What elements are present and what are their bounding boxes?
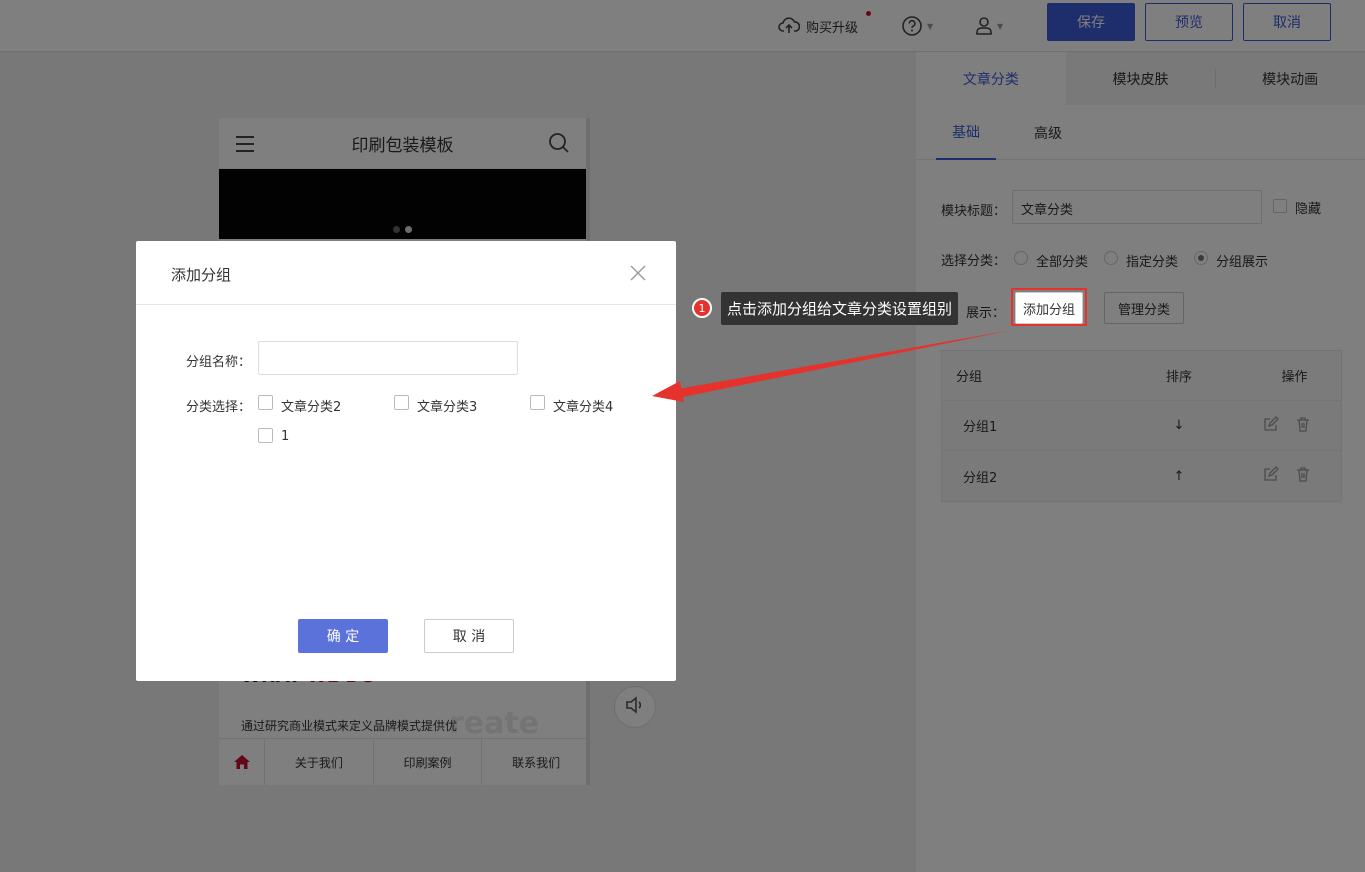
annotation-arrow — [652, 330, 1012, 402]
step-badge: 1 — [692, 298, 712, 318]
annotation-tooltip: 点击添加分组给文章分类设置组别 — [721, 292, 959, 325]
